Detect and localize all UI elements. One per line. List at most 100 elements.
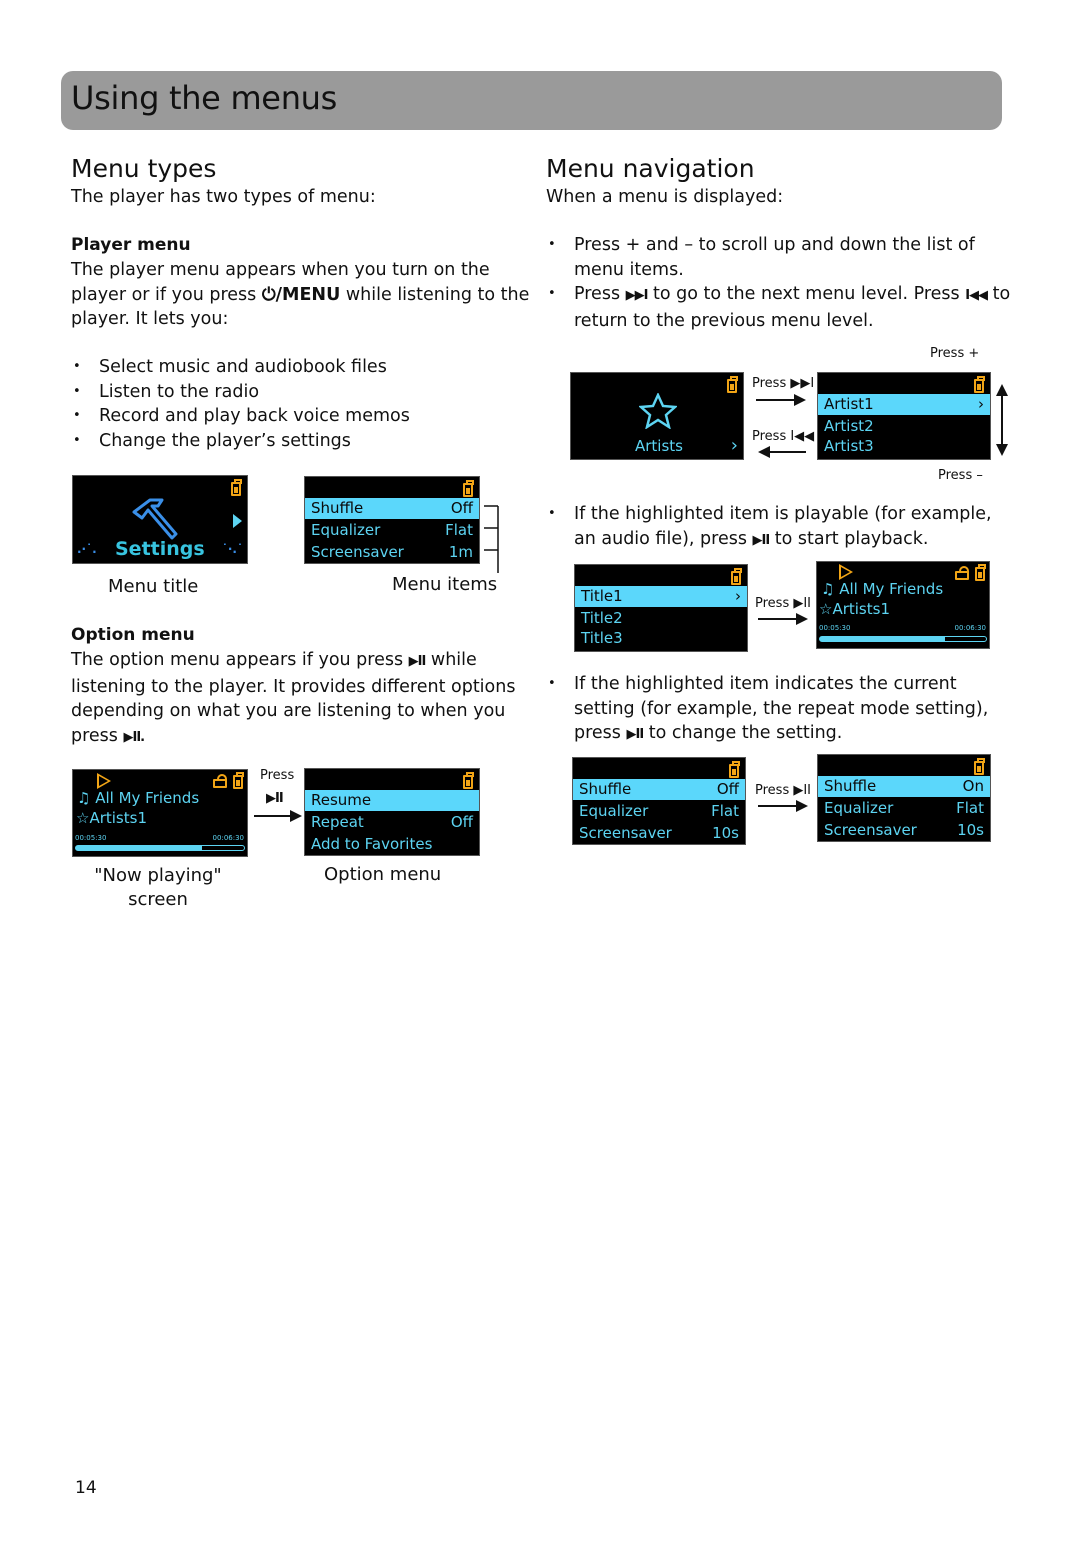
caption-menu-items: Menu items bbox=[392, 574, 498, 595]
title-row[interactable]: Title3 bbox=[575, 628, 747, 649]
row-value: 10s bbox=[712, 824, 739, 842]
next-arrow-icon bbox=[233, 514, 242, 528]
text-line: setting (for example, the repeat mode se… bbox=[574, 698, 989, 719]
text-line: an audio file), press ▶II to start playb… bbox=[574, 527, 1016, 554]
text-span: press bbox=[71, 725, 124, 746]
player-menu-description: The player menu appears when you turn on… bbox=[71, 258, 531, 332]
option-row-resume[interactable]: Resume bbox=[305, 790, 479, 811]
artists-list-screen: Artist1 › Artist2 Artist3 bbox=[817, 372, 991, 460]
row-label: Shuffle bbox=[579, 780, 632, 798]
page-number: 14 bbox=[75, 1478, 97, 1498]
setting-row-equalizer[interactable]: Equalizer Flat bbox=[573, 801, 745, 822]
menu-row-shuffle[interactable]: Shuffle Off bbox=[305, 498, 479, 519]
press-next-label: Press ▶▶I bbox=[752, 376, 815, 391]
text-line: Press + and – to scroll up and down the … bbox=[574, 235, 975, 255]
artist-name: Artists1 bbox=[832, 600, 890, 618]
option-text-line: press ▶II. bbox=[71, 724, 541, 751]
song-line: ♫ All My Friends bbox=[821, 580, 943, 598]
setting-row-screensaver[interactable]: Screensaver 10s bbox=[573, 823, 745, 844]
option-menu-screen: Resume Repeat Off Add to Favorites bbox=[304, 768, 480, 856]
dots-decoration: ˙·.˙ bbox=[221, 542, 243, 556]
setting-row-shuffle[interactable]: Shuffle On bbox=[818, 776, 990, 797]
option-menu-heading: Option menu bbox=[71, 625, 195, 645]
row-value: On bbox=[962, 777, 984, 795]
text-span: to bbox=[987, 284, 1011, 304]
menu-row-screensaver[interactable]: Screensaver 1m bbox=[305, 542, 479, 563]
dots-decoration: .·˙. bbox=[77, 542, 97, 556]
option-text-line: listening to the player. It provides dif… bbox=[71, 676, 516, 697]
setting-row-shuffle[interactable]: Shuffle Off bbox=[573, 779, 745, 800]
battery-icon bbox=[463, 772, 474, 789]
battery-icon bbox=[974, 758, 985, 775]
arrow-left-icon bbox=[758, 446, 806, 458]
text-span: while bbox=[425, 650, 477, 670]
next-track-icon: ▶▶I bbox=[625, 288, 649, 303]
play-status-icon bbox=[839, 564, 853, 580]
row-label: Repeat bbox=[311, 813, 364, 831]
play-pause-icon: ▶II bbox=[752, 532, 771, 548]
arrow-right-icon bbox=[758, 613, 808, 625]
star-icon: ☆ bbox=[819, 600, 833, 618]
artist-row[interactable]: Artist1 › bbox=[818, 394, 990, 415]
list-item: Press ▶▶I to go to the next menu level. … bbox=[546, 282, 1016, 333]
press-minus-label: Press – bbox=[938, 468, 983, 483]
row-label: Screensaver bbox=[579, 824, 672, 842]
caption-line: "Now playing" bbox=[94, 865, 222, 886]
scroll-up-down-arrow-icon bbox=[996, 384, 1008, 456]
option-row-repeat[interactable]: Repeat Off bbox=[305, 812, 479, 833]
row-label: Title1 bbox=[581, 587, 623, 605]
text-span: while listening to the bbox=[340, 284, 530, 305]
battery-icon bbox=[231, 479, 242, 496]
settings-after-screen: Shuffle On Equalizer Flat Screensaver 10s bbox=[817, 754, 991, 842]
text-line: Press ▶▶I to go to the next menu level. … bbox=[574, 282, 1016, 309]
progress-fill bbox=[820, 637, 945, 641]
row-label: Add to Favorites bbox=[311, 835, 433, 853]
menu-button-label: ⏻/MENU bbox=[261, 284, 341, 305]
row-value: Off bbox=[450, 813, 473, 831]
battery-icon bbox=[975, 564, 986, 581]
title-row[interactable]: Title2 bbox=[575, 608, 747, 629]
progress-fill bbox=[76, 846, 202, 850]
menu-items-bracket bbox=[484, 505, 499, 573]
total-time: 00:06:30 bbox=[954, 624, 986, 632]
row-label: Equalizer bbox=[311, 521, 381, 539]
setting-row-screensaver[interactable]: Screensaver 10s bbox=[818, 820, 990, 841]
previous-track-icon: I◀◀ bbox=[965, 288, 988, 303]
text-span: Press bbox=[574, 284, 626, 304]
title-row[interactable]: Title1 › bbox=[575, 586, 747, 607]
row-label: Title3 bbox=[581, 629, 623, 647]
row-label: Equalizer bbox=[579, 802, 649, 820]
artist-row[interactable]: Artist2 bbox=[818, 416, 990, 437]
text-line: press ▶II to change the setting. bbox=[574, 721, 1016, 748]
elapsed-time: 00:05:30 bbox=[75, 834, 107, 842]
elapsed-time: 00:05:30 bbox=[819, 624, 851, 632]
setting-row-equalizer[interactable]: Equalizer Flat bbox=[818, 798, 990, 819]
row-value: Off bbox=[450, 499, 473, 517]
row-value: Flat bbox=[445, 521, 473, 539]
text-line: menu items. bbox=[574, 259, 684, 280]
artist-line: ☆Artists1 bbox=[819, 600, 890, 618]
song-line: ♫ All My Friends bbox=[77, 789, 199, 807]
music-note-icon: ♫ bbox=[821, 580, 835, 598]
list-item: Press + and – to scroll up and down the … bbox=[546, 233, 1016, 282]
song-title: All My Friends bbox=[839, 580, 944, 598]
option-row-add-favorites[interactable]: Add to Favorites bbox=[305, 834, 479, 855]
lock-icon bbox=[955, 566, 969, 580]
menu-row-equalizer[interactable]: Equalizer Flat bbox=[305, 520, 479, 541]
row-value: Flat bbox=[956, 799, 984, 817]
menu-types-heading: Menu types bbox=[71, 154, 217, 183]
text-line: If the highlighted item indicates the cu… bbox=[574, 674, 957, 694]
row-value: 10s bbox=[957, 821, 984, 839]
artist-row[interactable]: Artist3 bbox=[818, 436, 990, 457]
player-menu-text-line: player or if you press ⏻/MENU while list… bbox=[71, 283, 531, 308]
row-value: Flat bbox=[711, 802, 739, 820]
arrow-right-icon bbox=[254, 810, 302, 822]
titles-list-screen: Title1 › Title2 Title3 bbox=[574, 564, 748, 652]
battery-icon bbox=[727, 376, 738, 393]
progress-bar[interactable] bbox=[819, 636, 987, 642]
play-pause-icon: ▶II bbox=[408, 654, 427, 669]
menu-navigation-intro: When a menu is displayed: bbox=[546, 187, 784, 207]
music-note-icon: ♫ bbox=[77, 789, 91, 807]
artists-category-screen: Artists › bbox=[570, 372, 744, 460]
progress-bar[interactable] bbox=[75, 845, 245, 851]
